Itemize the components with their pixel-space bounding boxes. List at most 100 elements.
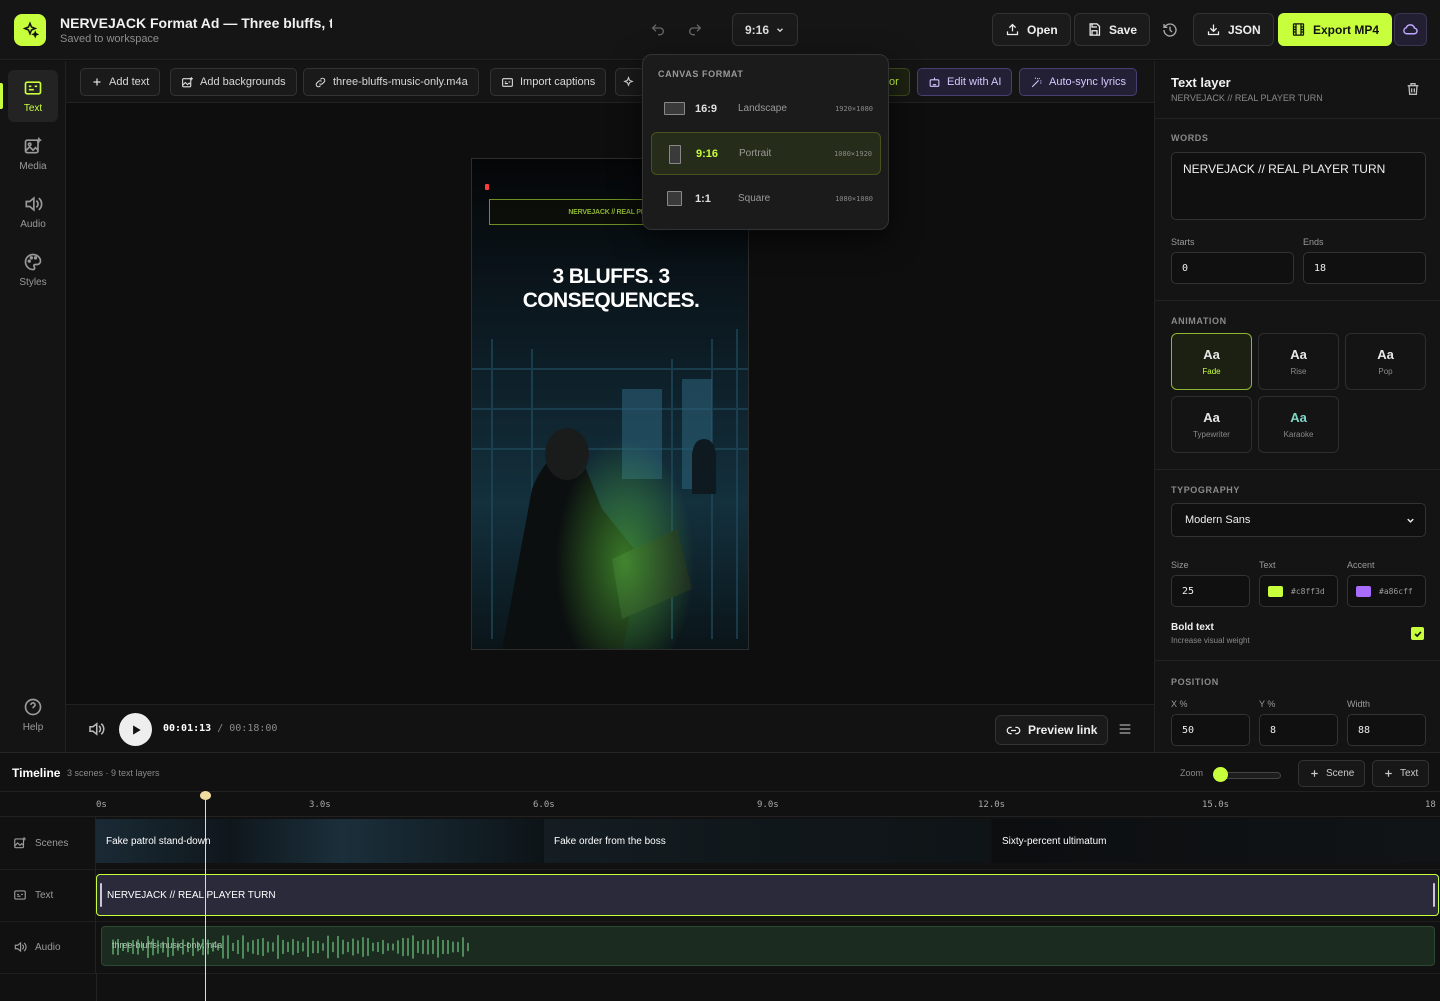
- preview-link-label: Preview link: [1028, 723, 1098, 737]
- play-button[interactable]: [119, 713, 152, 746]
- save-label: Save: [1109, 22, 1138, 37]
- x-input[interactable]: 50: [1171, 714, 1250, 746]
- add-text-button[interactable]: Add text: [80, 68, 161, 96]
- edit-ai-label: Edit with AI: [947, 76, 1002, 88]
- animation-fade[interactable]: Aa Fade: [1171, 333, 1252, 390]
- animation-typewriter[interactable]: Aa Typewriter: [1171, 396, 1252, 453]
- size-input[interactable]: 25: [1171, 575, 1250, 607]
- export-mp4-button[interactable]: Export MP4: [1278, 13, 1393, 46]
- auto-sync-lyrics-button[interactable]: Auto-sync lyrics: [1019, 68, 1138, 96]
- waveform-bar: [462, 937, 464, 957]
- zoom-slider-handle[interactable]: [1213, 767, 1228, 782]
- nav-item-help[interactable]: Help: [8, 689, 58, 741]
- width-input[interactable]: 88: [1347, 714, 1426, 746]
- bold-checkbox[interactable]: [1411, 627, 1424, 640]
- open-button[interactable]: Open: [992, 13, 1071, 46]
- bold-label: Bold text: [1171, 622, 1214, 633]
- undo-icon[interactable]: [645, 17, 671, 43]
- tick-label: 12.0s: [978, 800, 1006, 810]
- nav-item-styles[interactable]: Styles: [8, 244, 58, 296]
- timeline: Timeline 3 scenes · 9 text layers Zoom S…: [0, 752, 1440, 1001]
- ends-input[interactable]: 18: [1303, 252, 1426, 284]
- import-captions-button[interactable]: Import captions: [490, 68, 607, 96]
- row-label-text: Text: [0, 869, 96, 921]
- scenes-row-label: Scenes: [35, 837, 69, 849]
- add-text-label: Add text: [109, 76, 150, 88]
- tick-label: 0s: [96, 800, 107, 810]
- timecode: 00:01:13 / 00:18:00: [163, 723, 277, 734]
- audio-file-chip[interactable]: three-bluffs-music-only.m4a: [303, 68, 479, 96]
- y-input[interactable]: 8: [1259, 714, 1338, 746]
- starts-input[interactable]: 0: [1171, 252, 1294, 284]
- save-button[interactable]: Save: [1074, 13, 1151, 46]
- divider: [1155, 300, 1440, 301]
- text-clip[interactable]: NERVEJACK // REAL PLAYER TURN: [96, 874, 1439, 916]
- nav-item-audio[interactable]: Audio: [8, 186, 58, 238]
- waveform-bar: [267, 941, 269, 953]
- waveform-bar: [407, 938, 409, 956]
- format-select-button[interactable]: 9:16: [732, 13, 798, 46]
- waveform-bar: [247, 942, 249, 952]
- animation-pop[interactable]: Aa Pop: [1345, 333, 1426, 390]
- nav-item-media[interactable]: Media: [8, 128, 58, 180]
- redo-icon[interactable]: [682, 17, 708, 43]
- waveform-bar: [447, 940, 449, 954]
- playhead-handle[interactable]: [200, 791, 211, 800]
- row-label-scenes: Scenes: [0, 817, 96, 869]
- animation-rise[interactable]: Aa Rise: [1258, 333, 1339, 390]
- video-canvas[interactable]: NERVEJACK // REAL PLAY 3 BLUFFS. 3 CONSE…: [471, 158, 749, 650]
- divider: [1155, 469, 1440, 470]
- canvas-headline[interactable]: 3 BLUFFS. 3 CONSEQUENCES.: [472, 265, 748, 313]
- media-icon: [23, 136, 43, 156]
- auto-sync-label: Auto-sync lyrics: [1049, 76, 1127, 88]
- history-icon[interactable]: [1157, 17, 1183, 43]
- volume-icon[interactable]: [83, 716, 109, 742]
- words-textarea[interactable]: NERVEJACK // REAL PLAYER TURN: [1171, 152, 1426, 220]
- nav-item-text[interactable]: Text: [8, 70, 58, 122]
- chevron-down-icon: [1405, 515, 1416, 526]
- magic-wand-icon: [1030, 76, 1043, 89]
- waveform-bar: [367, 938, 369, 956]
- edit-with-ai-button[interactable]: Edit with AI: [917, 68, 1013, 96]
- preview-link-button[interactable]: Preview link: [995, 715, 1109, 745]
- add-backgrounds-button[interactable]: Add backgrounds: [170, 68, 297, 96]
- audio-clip-label: three-bluffs-music-only.m4a: [112, 940, 223, 950]
- waveform-bar: [357, 940, 359, 954]
- scene-clip-2[interactable]: Fake order from the boss: [544, 819, 990, 863]
- canvas-format-dropdown: CANVAS FORMAT 16:9 Landscape 1920×1080 9…: [642, 54, 889, 230]
- text-color-label: Text: [1259, 560, 1276, 570]
- format-option-landscape[interactable]: 16:9 Landscape 1920×1080: [651, 87, 881, 130]
- audio-clip[interactable]: three-bluffs-music-only.m4a: [101, 926, 1435, 966]
- text-color-swatch: [1268, 585, 1283, 597]
- captions-icon: [13, 888, 27, 902]
- json-button[interactable]: JSON: [1193, 13, 1274, 46]
- timeline-title: Timeline: [12, 766, 61, 780]
- accent-color-input[interactable]: #a86cff: [1347, 575, 1426, 607]
- project-title[interactable]: NERVEJACK Format Ad — Three bluffs, thr: [60, 15, 332, 31]
- active-indicator: [0, 83, 3, 109]
- cloud-icon[interactable]: [1394, 13, 1427, 46]
- add-text-layer-button[interactable]: Text: [1372, 760, 1430, 787]
- app-logo-icon[interactable]: [14, 14, 46, 46]
- row-divider: [0, 869, 1440, 870]
- clip-trim-handle-left[interactable]: [100, 883, 102, 907]
- row-divider: [0, 973, 1440, 974]
- menu-icon[interactable]: [1112, 716, 1138, 742]
- animation-karaoke[interactable]: Aa Karaoke: [1258, 396, 1339, 453]
- playhead[interactable]: [205, 795, 206, 1001]
- trash-icon[interactable]: [1400, 76, 1426, 102]
- audio-icon: [23, 194, 43, 214]
- clip-trim-handle-right[interactable]: [1433, 883, 1435, 907]
- font-select[interactable]: Modern Sans: [1171, 503, 1426, 537]
- format-option-square[interactable]: 1:1 Square 1080×1080: [651, 177, 881, 220]
- scene-clip-1[interactable]: Fake patrol stand-down: [96, 819, 543, 863]
- magic-tool-button[interactable]: [615, 68, 645, 96]
- add-scene-button[interactable]: Scene: [1298, 760, 1366, 787]
- format-option-portrait[interactable]: 9:16 Portrait 1080×1920: [651, 132, 881, 175]
- tick-label: 6.0s: [533, 800, 555, 810]
- audio-file-label: three-bluffs-music-only.m4a: [333, 76, 468, 88]
- time-ruler[interactable]: 0s 3.0s 6.0s 9.0s 12.0s 15.0s 18: [0, 791, 1440, 817]
- scene-clip-3[interactable]: Sixty-percent ultimatum: [992, 819, 1440, 863]
- text-color-input[interactable]: #c8ff3d: [1259, 575, 1338, 607]
- waveform-bar: [437, 936, 439, 958]
